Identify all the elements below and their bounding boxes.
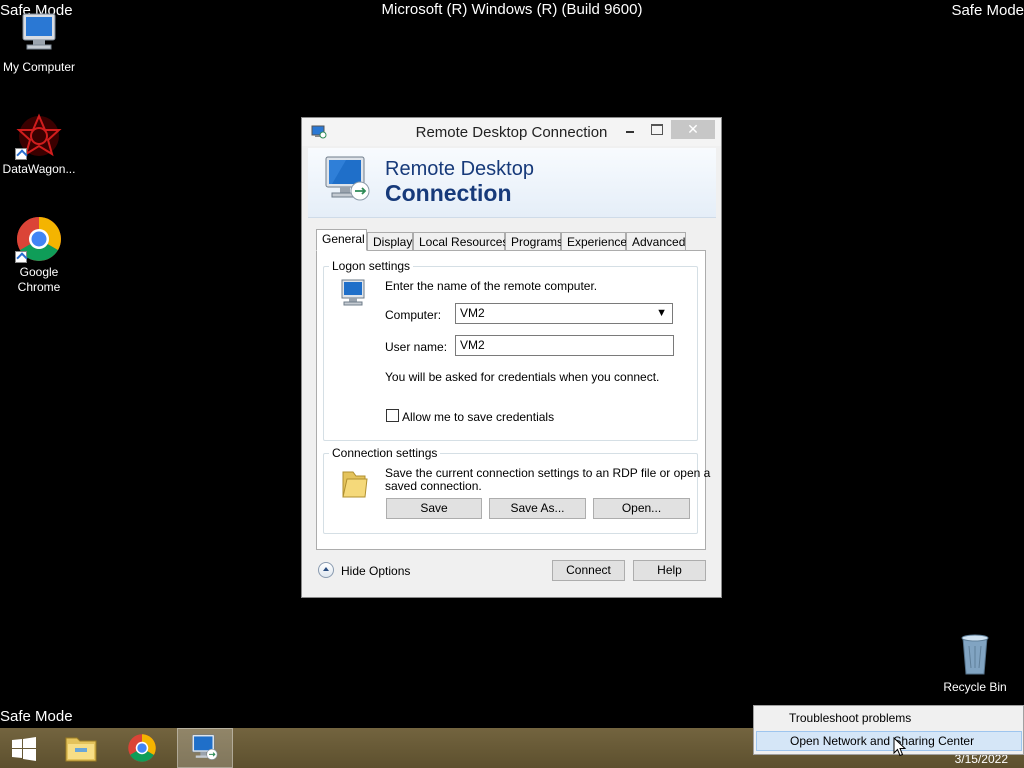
connection-settings-group: Connection settings Save the current con… — [323, 446, 710, 534]
tab-experience[interactable]: Experience — [561, 232, 627, 251]
logon-settings-label: Logon settings — [329, 259, 414, 273]
save-credentials-checkbox[interactable] — [386, 409, 399, 422]
taskbar-file-explorer[interactable] — [54, 728, 110, 768]
build-label: Microsoft (R) Windows (R) (Build 9600) — [381, 1, 643, 18]
windows-logo-icon — [12, 737, 36, 761]
connection-description-line2: saved connection. — [385, 479, 482, 493]
computer-label: Computer: — [385, 308, 442, 322]
desktop-icon-datawagon[interactable]: DataWagon... — [0, 112, 79, 177]
hide-options-label: Hide Options — [341, 564, 411, 578]
chrome-icon — [128, 734, 156, 762]
folder-icon — [65, 737, 97, 762]
help-button[interactable]: Help — [633, 560, 706, 581]
desktop-icon-recycle-bin[interactable]: Recycle Bin — [935, 630, 1015, 695]
chrome-icon — [15, 215, 63, 263]
logon-settings-group: Logon settings Enter the name of the rem… — [323, 259, 698, 441]
safe-mode-label-bottom-left: Safe Mode — [0, 708, 73, 725]
banner-title-line2: Connection — [385, 180, 512, 206]
shortcut-arrow-icon — [15, 148, 27, 160]
menu-item-troubleshoot[interactable]: Troubleshoot problems — [756, 709, 1022, 729]
tab-programs[interactable]: Programs — [505, 232, 563, 251]
tab-general[interactable]: General — [316, 229, 367, 251]
minimize-button[interactable] — [620, 120, 640, 139]
collapse-arrow-icon — [318, 562, 334, 578]
close-button[interactable]: ✕ — [671, 120, 715, 139]
mouse-cursor-icon — [893, 737, 907, 757]
rdp-monitor-icon — [325, 156, 370, 201]
username-field[interactable]: VM2 — [455, 335, 674, 356]
credentials-note: You will be asked for credentials when y… — [385, 370, 660, 384]
logon-instructions: Enter the name of the remote computer. — [385, 279, 598, 293]
tab-local-resources[interactable]: Local Resources — [413, 232, 508, 251]
tab-display[interactable]: Display — [367, 232, 413, 251]
connect-button[interactable]: Connect — [552, 560, 625, 581]
tab-advanced[interactable]: Advanced — [626, 232, 686, 251]
title-bar[interactable]: Remote Desktop Connection ✕ — [302, 118, 721, 146]
datawagon-icon — [15, 112, 63, 160]
desktop-icon-label: DataWagon... — [2, 162, 76, 176]
connection-settings-label: Connection settings — [329, 446, 441, 460]
desktop-icon-google-chrome[interactable]: Google Chrome — [0, 215, 79, 295]
computer-icon — [15, 10, 63, 58]
save-as-button[interactable]: Save As... — [489, 498, 586, 519]
computer-icon — [341, 279, 365, 306]
close-icon: ✕ — [687, 121, 699, 137]
general-tab-panel: Logon settings Enter the name of the rem… — [316, 250, 710, 550]
desktop-icon-label: Recycle Bin — [943, 680, 1007, 694]
menu-item-open-network-sharing-center[interactable]: Open Network and Sharing Center — [756, 731, 1022, 751]
computer-dropdown[interactable]: VM2 ▼ — [455, 303, 673, 324]
folder-icon — [342, 471, 368, 498]
safe-mode-label-top-right: Safe Mode — [951, 2, 1024, 19]
computer-value: VM2 — [460, 306, 485, 320]
shortcut-arrow-icon — [15, 251, 27, 263]
save-button[interactable]: Save — [386, 498, 482, 519]
username-label: User name: — [385, 340, 448, 354]
network-context-menu: Troubleshoot problems Open Network and S… — [753, 705, 1024, 755]
rdp-monitor-icon — [192, 734, 218, 760]
connection-description-line1: Save the current connection settings to … — [385, 466, 711, 480]
desktop-icon-label: Google Chrome — [17, 265, 61, 294]
banner-title-line1: Remote Desktop — [385, 158, 534, 180]
remote-desktop-window: Remote Desktop Connection ✕ Remote Deskt… — [301, 117, 722, 598]
maximize-button[interactable] — [646, 120, 668, 139]
taskbar-google-chrome[interactable] — [115, 728, 171, 768]
recycle-bin-icon — [951, 630, 999, 678]
chevron-down-icon: ▼ — [656, 307, 667, 319]
taskbar-remote-desktop[interactable] — [177, 728, 233, 768]
desktop-icon-label: My Computer — [2, 60, 76, 74]
rdp-banner: Remote Desktop Connection — [308, 148, 716, 218]
start-button[interactable] — [0, 728, 56, 768]
desktop-icon-my-computer[interactable]: My Computer — [0, 10, 79, 75]
open-button[interactable]: Open... — [593, 498, 690, 519]
save-credentials-label[interactable]: Allow me to save credentials — [402, 410, 554, 424]
